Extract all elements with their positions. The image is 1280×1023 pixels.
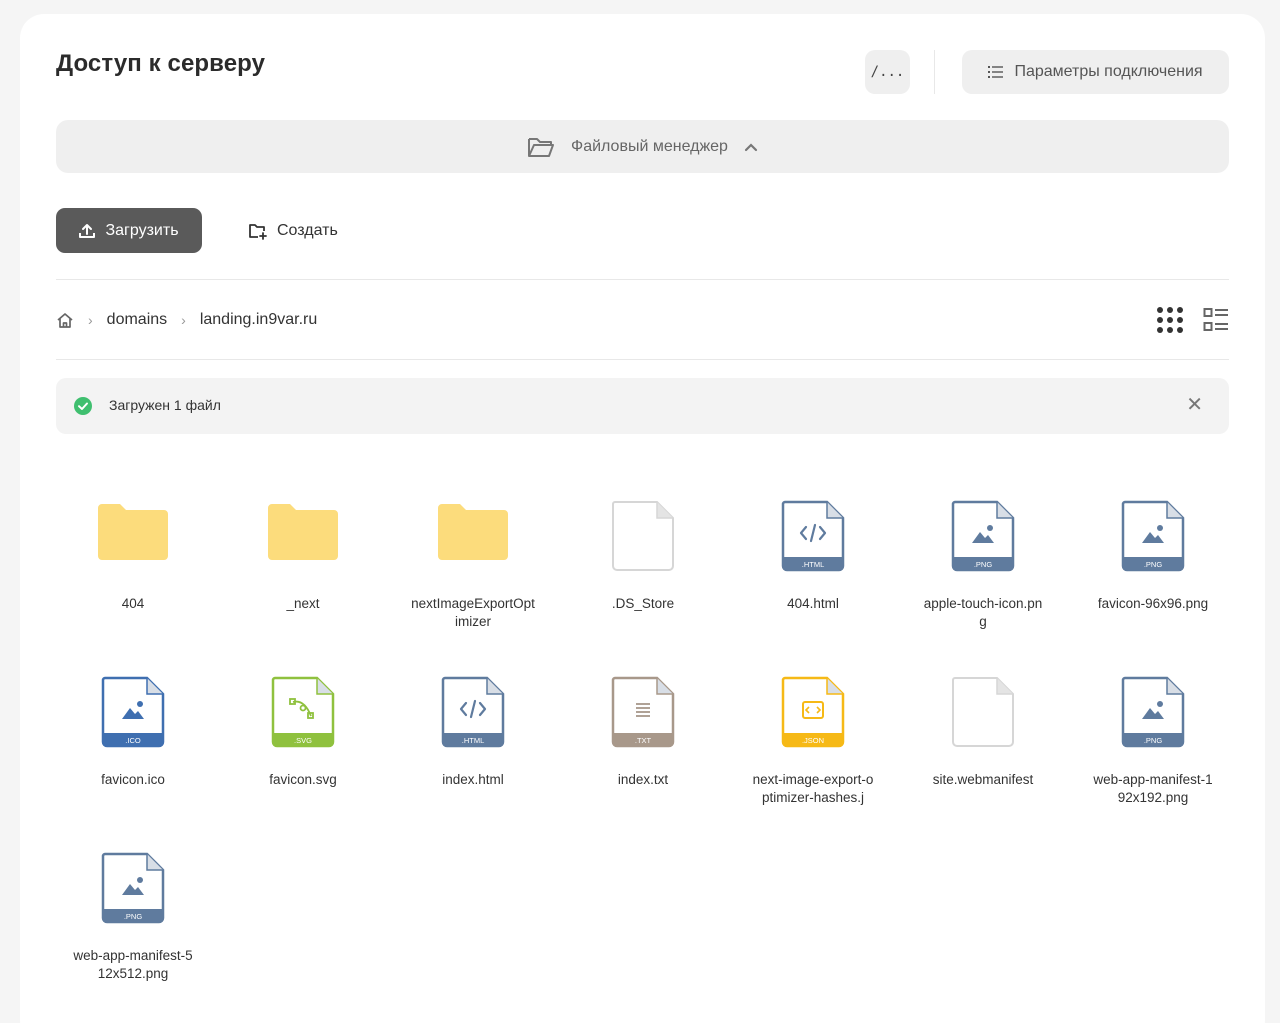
folder-open-icon <box>528 137 555 157</box>
folder-icon <box>48 495 218 595</box>
grid-view-icon[interactable] <box>1156 306 1184 334</box>
file-name: _next <box>286 596 320 611</box>
file-item[interactable]: .TXT index.txt <box>558 671 728 789</box>
svg-text:.PNG: .PNG <box>124 912 143 921</box>
file-manager-toggle[interactable]: Файловый менеджер <box>56 120 1229 173</box>
svg-text:.SVG: .SVG <box>294 736 312 745</box>
file-name: favicon-96x96.png <box>1097 596 1209 611</box>
file-manager-label: Файловый менеджер <box>571 137 728 155</box>
file-name: favicon.ico <box>101 772 165 787</box>
list-icon <box>988 66 1004 78</box>
html-file-icon: .HTML <box>728 495 898 595</box>
chevron-right-icon: › <box>181 312 186 328</box>
file-name: index.txt <box>617 772 669 787</box>
upload-notice: Загружен 1 файл ✕ <box>56 378 1229 434</box>
svg-text:.HTML: .HTML <box>462 736 485 745</box>
file-item[interactable]: .ICO favicon.ico <box>48 671 218 789</box>
folder-add-icon <box>249 223 267 240</box>
upload-icon <box>79 223 96 238</box>
header-divider <box>934 50 935 94</box>
file-item[interactable]: .PNG favicon-96x96.png <box>1068 495 1238 613</box>
upload-label: Загрузить <box>105 221 179 239</box>
chevron-right-icon: › <box>88 312 93 328</box>
notice-text: Загружен 1 файл <box>109 397 221 413</box>
file-name: 404 <box>121 596 145 611</box>
create-button[interactable]: Создать <box>248 208 338 253</box>
svg-text:.PNG: .PNG <box>974 560 993 569</box>
blank-file-icon <box>558 495 728 595</box>
html-file-icon: .HTML <box>388 671 558 771</box>
breadcrumb: › domains › landing.in9var.ru <box>56 306 317 334</box>
svg-text:.PNG: .PNG <box>1144 560 1163 569</box>
terminal-button[interactable]: /... <box>865 50 910 94</box>
svg-text:.PNG: .PNG <box>1144 736 1163 745</box>
create-label: Создать <box>277 221 338 239</box>
svg-text:.TXT: .TXT <box>635 736 652 745</box>
file-item[interactable]: .SVG favicon.svg <box>218 671 388 789</box>
check-circle-icon <box>74 397 92 415</box>
page-title: Доступ к серверу <box>56 50 266 77</box>
txt-file-icon: .TXT <box>558 671 728 771</box>
folder-icon <box>388 495 558 595</box>
folder-icon <box>218 495 388 595</box>
file-name: web-app-manifest-512x512.png <box>73 948 193 981</box>
file-item[interactable]: .PNG web-app-manifest-192x192.png <box>1068 671 1238 807</box>
file-item[interactable]: .PNG web-app-manifest-512x512.png <box>48 847 218 983</box>
breadcrumb-item-current[interactable]: landing.in9var.ru <box>200 311 317 329</box>
close-icon[interactable]: ✕ <box>1186 394 1203 416</box>
svg-text:.HTML: .HTML <box>802 560 825 569</box>
image-file-icon: .PNG <box>1068 495 1238 595</box>
connection-params-label: Параметры подключения <box>1014 63 1203 80</box>
list-view-icon[interactable] <box>1203 306 1229 334</box>
folder-item[interactable]: _next <box>218 495 388 613</box>
ico-file-icon: .ICO <box>48 671 218 771</box>
connection-params-button[interactable]: Параметры подключения <box>962 50 1229 94</box>
breadcrumb-item-domains[interactable]: domains <box>107 311 167 329</box>
folder-item[interactable]: 404 <box>48 495 218 613</box>
svg-text:.JSON: .JSON <box>802 736 824 745</box>
upload-button[interactable]: Загрузить <box>56 208 202 253</box>
json-file-icon: .JSON <box>728 671 898 771</box>
folder-item[interactable]: nextImageExportOptimizer <box>388 495 558 631</box>
file-name: .DS_Store <box>611 596 675 611</box>
svg-file-icon: .SVG <box>218 671 388 771</box>
terminal-icon: /... <box>870 64 905 80</box>
file-item[interactable]: .DS_Store <box>558 495 728 613</box>
file-name: web-app-manifest-192x192.png <box>1093 772 1213 805</box>
file-item[interactable]: .PNG apple-touch-icon.png <box>898 495 1068 631</box>
home-icon[interactable] <box>56 312 74 329</box>
breadcrumb-divider <box>56 359 1229 360</box>
file-item[interactable]: site.webmanifest <box>898 671 1068 789</box>
file-name: site.webmanifest <box>932 772 1034 787</box>
image-file-icon: .PNG <box>1068 671 1238 771</box>
file-name: next-image-export-optimizer-hashes.j <box>752 772 874 805</box>
file-name: favicon.svg <box>269 772 337 787</box>
svg-text:.ICO: .ICO <box>125 736 141 745</box>
file-name: index.html <box>442 772 504 787</box>
image-file-icon: .PNG <box>898 495 1068 595</box>
blank-file-icon <box>898 671 1068 771</box>
toolbar-divider <box>56 279 1229 280</box>
file-item[interactable]: .HTML index.html <box>388 671 558 789</box>
file-name: 404.html <box>787 596 839 611</box>
file-name: nextImageExportOptimizer <box>411 596 535 629</box>
image-file-icon: .PNG <box>48 847 218 947</box>
chevron-up-icon <box>744 142 758 151</box>
file-item[interactable]: .JSON next-image-export-optimizer-hashes.… <box>728 671 898 807</box>
file-name: apple-touch-icon.png <box>923 596 1043 629</box>
file-item[interactable]: .HTML 404.html <box>728 495 898 613</box>
